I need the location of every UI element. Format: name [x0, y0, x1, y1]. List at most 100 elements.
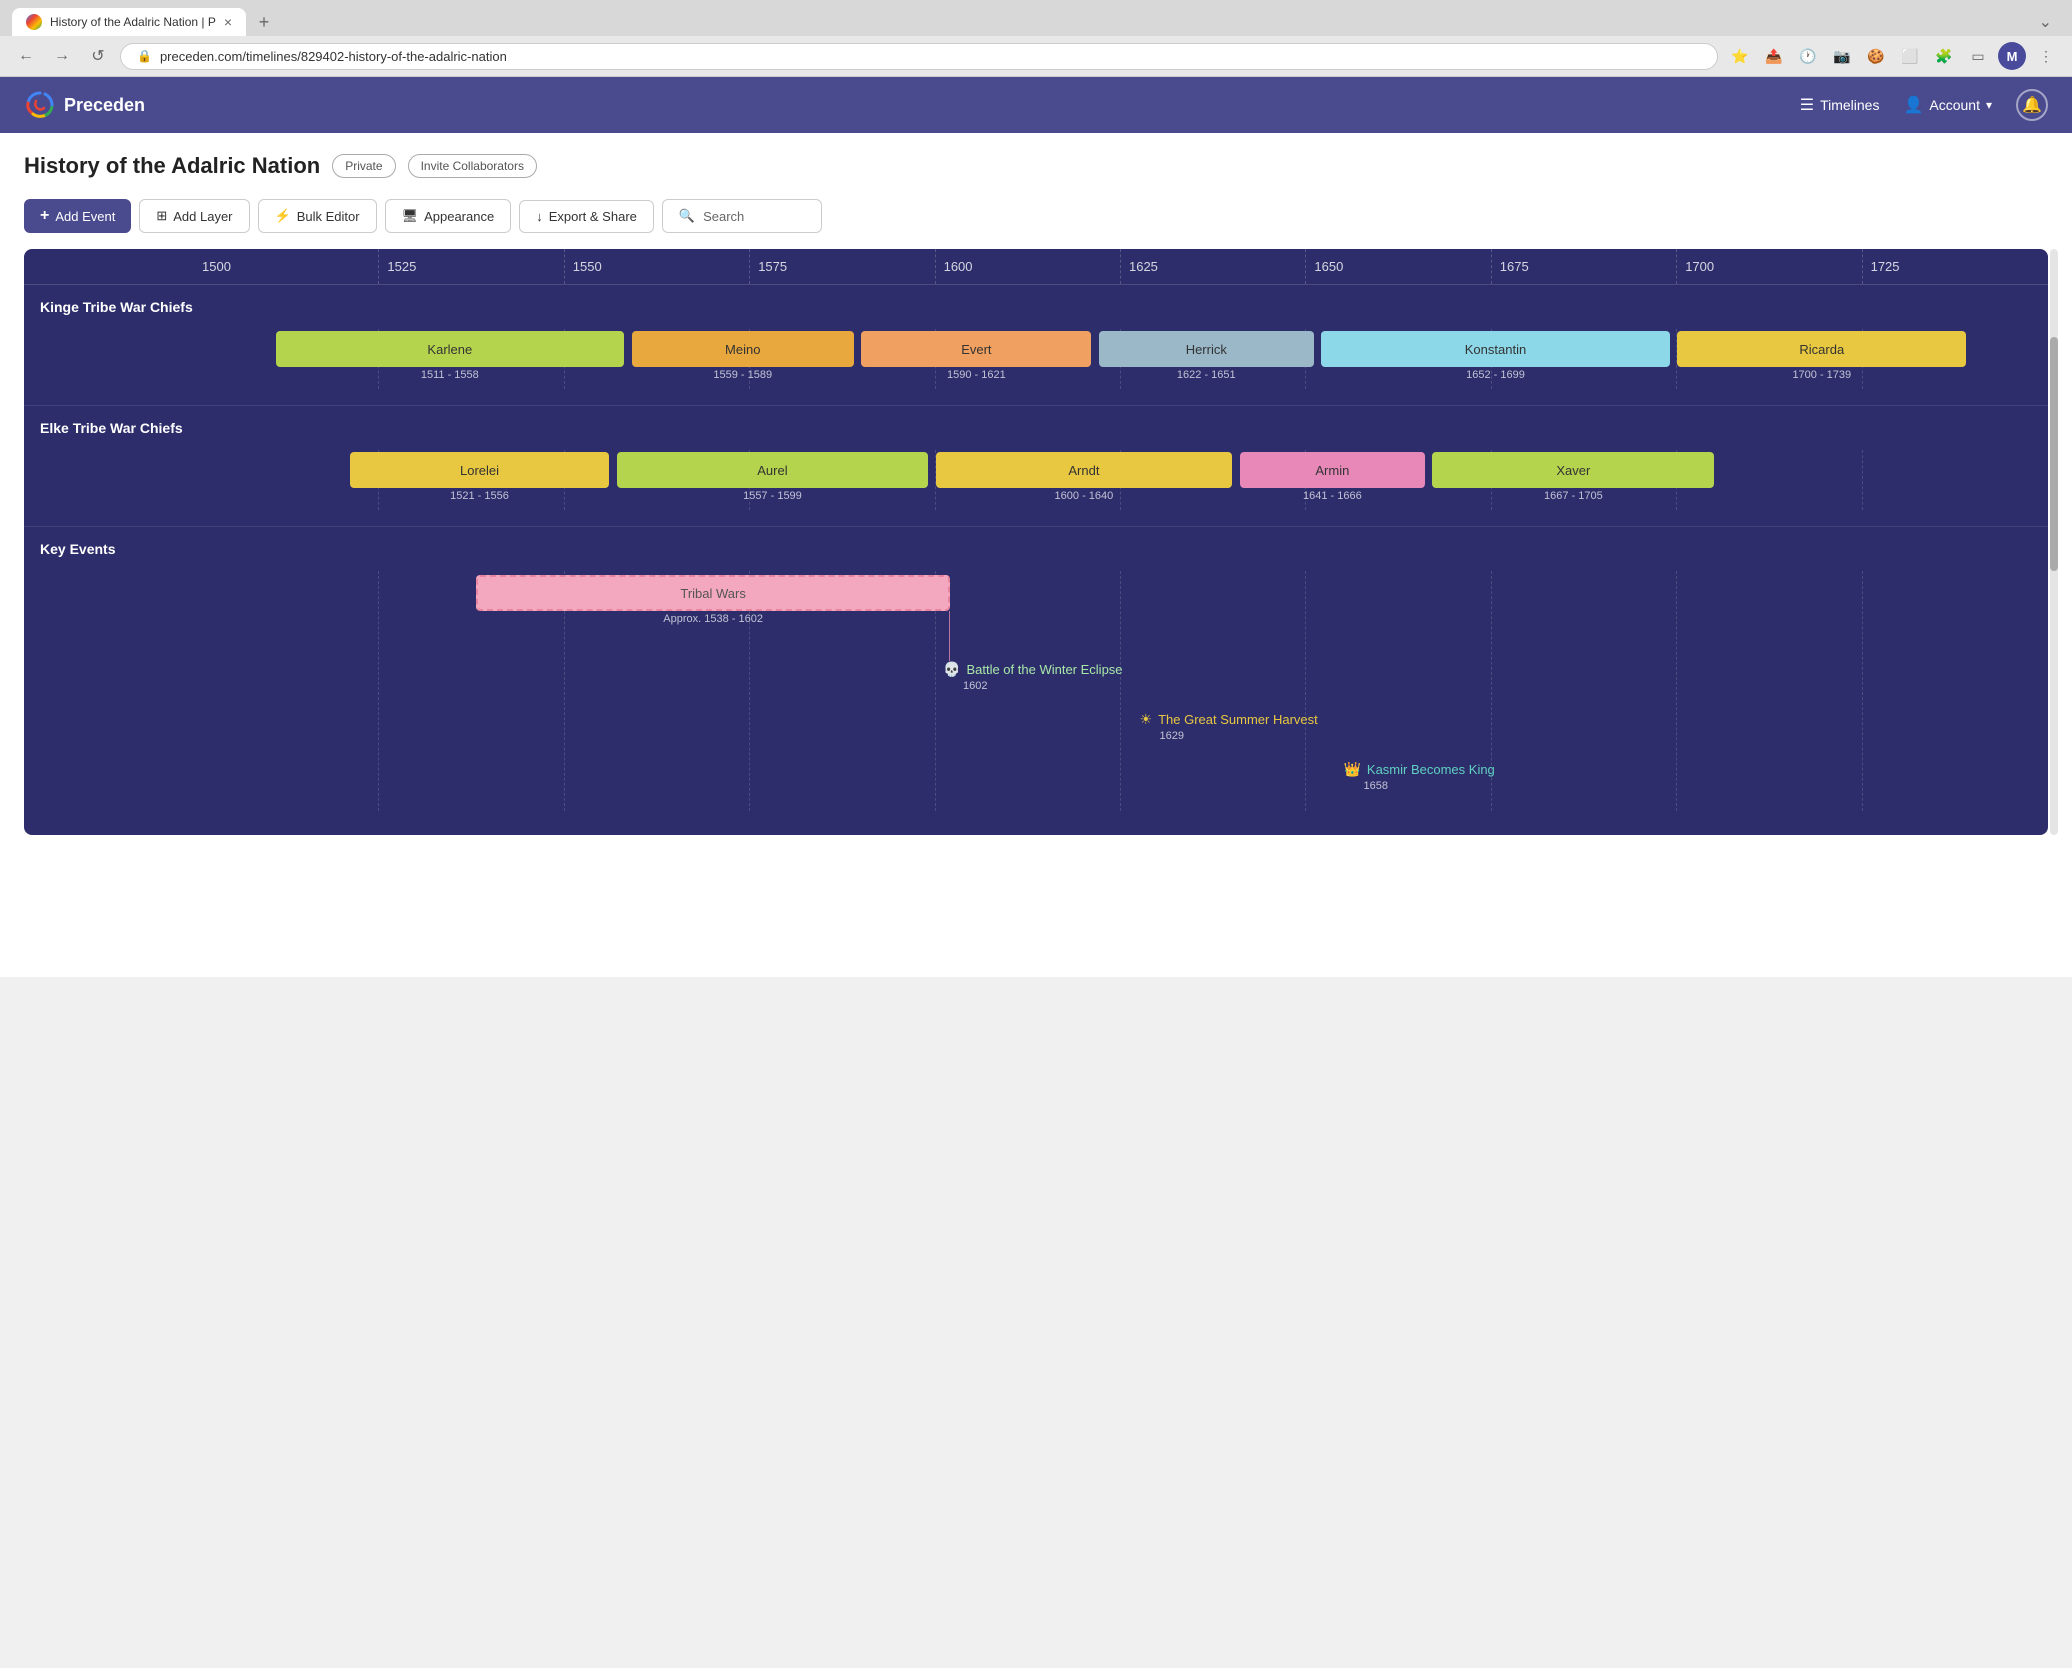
notification-button[interactable]: 🔔: [2016, 89, 2048, 121]
elke-events-area: Lorelei 1521 - 1556 Aurel 1557 - 1599 Ar…: [194, 450, 2048, 510]
elke-events-row: Lorelei 1521 - 1556 Aurel 1557 - 1599 Ar…: [24, 450, 2048, 526]
event-xaver[interactable]: Xaver 1667 - 1705: [1432, 452, 1714, 502]
export-share-label: Export & Share: [549, 209, 637, 224]
forward-button[interactable]: →: [48, 42, 76, 70]
year-1550: 1550: [565, 249, 750, 284]
kasmir-king-label: Kasmir Becomes King: [1367, 762, 1495, 777]
scrollbar-thumb[interactable]: [2050, 337, 2058, 571]
kasmir-king-date: 1658: [1343, 780, 1494, 792]
kinge-events-area: Karlene 1511 - 1558 Meino 1559 - 1589 Ev…: [194, 329, 2048, 389]
plus-icon: +: [40, 207, 49, 225]
key-events-area: Tribal Wars Approx. 1538 - 1602 💀 Battle…: [194, 571, 2048, 811]
browser-nav: ← → ↺ 🔒 preceden.com/timelines/829402-hi…: [0, 36, 2072, 76]
year-header-spacer: [24, 249, 194, 284]
year-1575: 1575: [750, 249, 935, 284]
new-tab-button[interactable]: +: [250, 8, 278, 36]
kinge-events-row: Karlene 1511 - 1558 Meino 1559 - 1589 Ev…: [24, 329, 2048, 405]
search-icon: 🔍: [679, 208, 695, 224]
grid-col: [194, 571, 379, 811]
skull-icon: 💀: [943, 661, 960, 678]
menu-icon: ☰: [1800, 95, 1814, 115]
edit-icon: ⚡: [275, 208, 291, 224]
timelines-label: Timelines: [1820, 97, 1879, 113]
reload-button[interactable]: ↺: [84, 42, 112, 70]
key-events-row: Tribal Wars Approx. 1538 - 1602 💀 Battle…: [24, 571, 2048, 835]
event-battle-winter[interactable]: 💀 Battle of the Winter Eclipse 1602: [943, 661, 1123, 692]
event-arndt[interactable]: Arndt 1600 - 1640: [936, 452, 1233, 502]
account-icon: 👤: [1903, 95, 1923, 115]
king-icon: 👑: [1343, 761, 1360, 778]
year-header: 1500 1525 1550 1575 1600 1625 1650 1675 …: [24, 249, 2048, 285]
account-label: Account: [1929, 97, 1980, 113]
year-1675: 1675: [1492, 249, 1677, 284]
browser-actions: ⭐ 📤 🕐 📷 🍪 ⬜ 🧩 ▭ M ⋮: [1726, 42, 2060, 70]
camera-button[interactable]: 📷: [1828, 42, 1856, 70]
add-layer-button[interactable]: ⊞ Add Layer: [139, 199, 249, 233]
search-button[interactable]: 🔍 Search: [662, 199, 822, 233]
appearance-button[interactable]: 🖥 Appearance: [385, 199, 512, 233]
timeline-wrapper: 1500 1525 1550 1575 1600 1625 1650 1675 …: [24, 249, 2048, 835]
address-bar[interactable]: 🔒 preceden.com/timelines/829402-history-…: [120, 43, 1718, 70]
puzzle-button[interactable]: 🧩: [1930, 42, 1958, 70]
download-icon: ↓: [536, 209, 543, 224]
export-share-button[interactable]: ↓ Export & Share: [519, 200, 654, 233]
tab-bar: History of the Adalric Nation | P × + ⌄: [0, 0, 2072, 36]
tab-favicon: [26, 14, 42, 30]
logo-icon: [24, 89, 56, 121]
tab-menu-button[interactable]: ⌄: [2031, 8, 2060, 36]
toolbar: + Add Event ⊞ Add Layer ⚡ Bulk Editor 🖥 …: [0, 191, 2072, 249]
event-evert[interactable]: Evert 1590 - 1621: [861, 331, 1091, 381]
menu-button[interactable]: ⋮: [2032, 42, 2060, 70]
add-event-label: Add Event: [55, 209, 115, 224]
event-kasmir-king[interactable]: 👑 Kasmir Becomes King 1658: [1343, 761, 1494, 792]
sun-icon: ☀: [1140, 711, 1153, 728]
back-button[interactable]: ←: [12, 42, 40, 70]
event-konstantin[interactable]: Konstantin 1652 - 1699: [1321, 331, 1670, 381]
year-1525: 1525: [379, 249, 564, 284]
year-1700: 1700: [1677, 249, 1862, 284]
bulk-editor-button[interactable]: ⚡ Bulk Editor: [258, 199, 377, 233]
private-badge[interactable]: Private: [332, 154, 395, 178]
event-summer-harvest[interactable]: ☀ The Great Summer Harvest 1629: [1140, 711, 1318, 742]
app: Preceden ☰ Timelines 👤 Account ▾ 🔔 Histo…: [0, 77, 2072, 977]
summer-harvest-date: 1629: [1140, 730, 1318, 742]
event-tribal-wars[interactable]: Tribal Wars Approx. 1538 - 1602: [476, 575, 951, 625]
url-text: preceden.com/timelines/829402-history-of…: [160, 49, 507, 64]
history-button[interactable]: 🕐: [1794, 42, 1822, 70]
browser-chrome: History of the Adalric Nation | P × + ⌄ …: [0, 0, 2072, 77]
kinge-spacer: [24, 329, 194, 389]
logo[interactable]: Preceden: [24, 89, 145, 121]
event-ricarda[interactable]: Ricarda 1700 - 1739: [1677, 331, 1966, 381]
event-lorelei[interactable]: Lorelei 1521 - 1556: [350, 452, 610, 502]
event-aurel[interactable]: Aurel 1557 - 1599: [617, 452, 928, 502]
appearance-label: Appearance: [424, 209, 494, 224]
year-1500: 1500: [194, 249, 379, 284]
invite-collaborators-badge[interactable]: Invite Collaborators: [408, 154, 537, 178]
bookmark-button[interactable]: ⭐: [1726, 42, 1754, 70]
event-armin[interactable]: Armin 1641 - 1666: [1240, 452, 1425, 502]
screen-capture-button[interactable]: ⬜: [1896, 42, 1924, 70]
timeline-container: 1500 1525 1550 1575 1600 1625 1650 1675 …: [24, 249, 2048, 835]
palette-icon: 🖥: [402, 208, 419, 224]
year-1725: 1725: [1863, 249, 2048, 284]
timelines-nav[interactable]: ☰ Timelines: [1800, 95, 1880, 115]
profile-button[interactable]: M: [1998, 42, 2026, 70]
close-tab-button[interactable]: ×: [224, 14, 232, 30]
bulk-editor-label: Bulk Editor: [297, 209, 360, 224]
sidebar-button[interactable]: ▭: [1964, 42, 1992, 70]
event-meino[interactable]: Meino 1559 - 1589: [632, 331, 854, 381]
add-event-button[interactable]: + Add Event: [24, 199, 131, 233]
event-karlene[interactable]: Karlene 1511 - 1558: [276, 331, 625, 381]
kinge-section-header: Kinge Tribe War Chiefs: [24, 285, 2048, 329]
event-herrick[interactable]: Herrick 1622 - 1651: [1099, 331, 1314, 381]
add-layer-label: Add Layer: [173, 209, 232, 224]
account-nav[interactable]: 👤 Account ▾: [1903, 95, 1992, 115]
grid-col: [1677, 571, 1862, 811]
share-button[interactable]: 📤: [1760, 42, 1788, 70]
summer-harvest-label: The Great Summer Harvest: [1158, 712, 1318, 727]
year-labels: 1500 1525 1550 1575 1600 1625 1650 1675 …: [194, 249, 2048, 284]
scrollbar-track[interactable]: [2050, 249, 2058, 835]
cookie-button[interactable]: 🍪: [1862, 42, 1890, 70]
grid-col: [1492, 571, 1677, 811]
active-tab[interactable]: History of the Adalric Nation | P ×: [12, 8, 246, 36]
